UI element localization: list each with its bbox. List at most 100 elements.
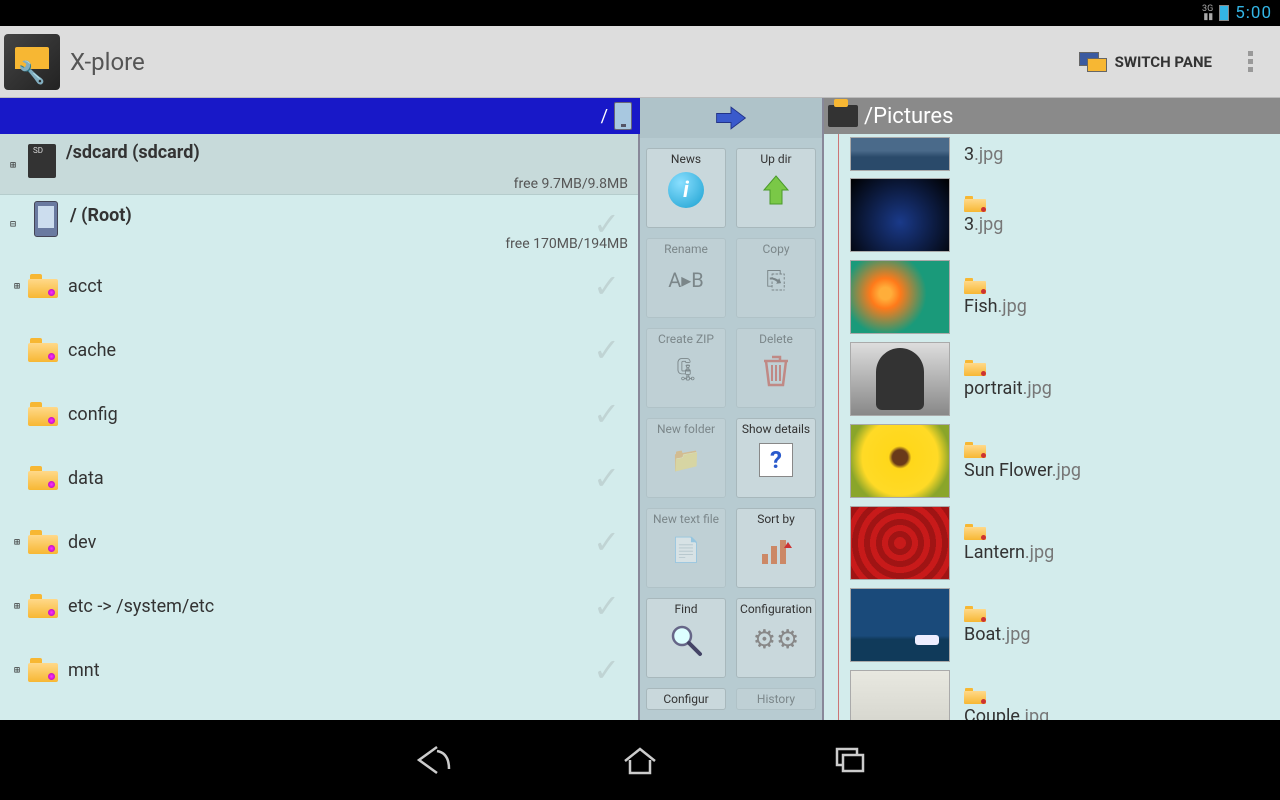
- toolbar-configuration-button[interactable]: Configuration⚙⚙: [736, 598, 816, 678]
- file-row[interactable]: portrait.jpg: [850, 338, 1280, 420]
- dir-row[interactable]: ⊞dev✓: [0, 510, 638, 574]
- file-type-icon: [964, 196, 986, 212]
- toolbar-button-label: Create ZIP: [658, 333, 714, 346]
- folder-icon: [28, 466, 58, 490]
- file-row[interactable]: Sun Flower.jpg: [850, 420, 1280, 502]
- overflow-menu-button[interactable]: [1230, 26, 1270, 97]
- sdcard-icon: [28, 144, 56, 178]
- folder-icon: [28, 530, 58, 554]
- toolbar-show-details-button[interactable]: Show details?: [736, 418, 816, 498]
- toolbar-create-zip-button: Create ZIP🗜: [646, 328, 726, 408]
- thumbnail: [850, 260, 950, 334]
- toolbar-new-folder-button: New folder 📁: [646, 418, 726, 498]
- toolbar-sort-by-button[interactable]: Sort by: [736, 508, 816, 588]
- sdcard-row[interactable]: ⊞ /sdcard (sdcard) free 9.7MB/9.8MB: [0, 134, 638, 194]
- root-row[interactable]: ⊟ / (Root) ✓ free 170MB/194MB: [0, 194, 638, 254]
- expand-icon[interactable]: ⊞: [10, 601, 24, 612]
- workspace: / ⊞ /sdcard (sdcard) free 9.7MB/9.8MB ⊟ …: [0, 98, 1280, 720]
- expand-icon[interactable]: ⊞: [10, 537, 24, 548]
- switch-pane-icon: [1079, 52, 1107, 72]
- file-row[interactable]: Couple.jpg: [850, 666, 1280, 720]
- newfold-icon: 📁: [666, 440, 706, 480]
- expand-icon[interactable]: ⊞: [6, 160, 20, 171]
- toolbar-configur-button[interactable]: Configur: [646, 688, 726, 710]
- file-name: Lantern.jpg: [964, 542, 1054, 563]
- thumbnail: [850, 670, 950, 720]
- find-icon: [666, 620, 706, 660]
- thumbnail: [850, 178, 950, 252]
- check-icon[interactable]: ✓: [593, 651, 620, 689]
- switch-pane-button[interactable]: SWITCH PANE: [1061, 26, 1230, 97]
- file-row[interactable]: 3.jpg: [850, 174, 1280, 256]
- file-row[interactable]: Lantern.jpg: [850, 502, 1280, 584]
- sort-icon: [756, 530, 796, 570]
- right-file-list[interactable]: 3.jpg3.jpgFish.jpgportrait.jpgSun Flower…: [824, 134, 1280, 720]
- root-free: free 170MB/194MB: [505, 236, 628, 252]
- copy-icon: ⎘: [756, 260, 796, 300]
- network-icon: 3G▮▮: [1202, 5, 1213, 21]
- check-icon[interactable]: ✓: [593, 395, 620, 433]
- dir-row[interactable]: ⊞etc -> /system/etc✓: [0, 574, 638, 638]
- file-name: Boat.jpg: [964, 624, 1030, 645]
- folder-icon: [28, 274, 58, 298]
- file-name: Sun Flower.jpg: [964, 460, 1081, 481]
- folder-icon: [28, 594, 58, 618]
- dir-row[interactable]: ⊞cache✓: [0, 318, 638, 382]
- dir-row[interactable]: ⊞mnt✓: [0, 638, 638, 702]
- details-icon: ?: [756, 440, 796, 480]
- file-name: 3.jpg: [964, 144, 1003, 165]
- left-path-bar[interactable]: /: [0, 98, 640, 134]
- gears-icon: ⚙⚙: [756, 620, 796, 660]
- right-path-text: /Pictures: [864, 104, 953, 129]
- disk-cleaner-icon: [828, 105, 858, 127]
- expand-icon[interactable]: ⊞: [10, 665, 24, 676]
- dir-row[interactable]: ⊞config✓: [0, 382, 638, 446]
- check-icon[interactable]: ✓: [593, 267, 620, 305]
- recents-button[interactable]: [825, 740, 875, 780]
- back-button[interactable]: [405, 740, 455, 780]
- sdcard-label: /sdcard (sdcard): [66, 142, 200, 163]
- toolbar-history-button: History: [736, 688, 816, 710]
- right-path-bar[interactable]: /Pictures: [824, 98, 1280, 134]
- check-icon[interactable]: ✓: [593, 523, 620, 561]
- dir-label: data: [68, 468, 104, 489]
- file-row[interactable]: Boat.jpg: [850, 584, 1280, 666]
- folder-icon: [28, 658, 58, 682]
- toolbar-copy-button: Copy⎘: [736, 238, 816, 318]
- check-icon[interactable]: ✓: [593, 587, 620, 625]
- collapse-icon[interactable]: ⊟: [6, 219, 20, 230]
- toolbar-find-button[interactable]: Find: [646, 598, 726, 678]
- thumbnail: [850, 424, 950, 498]
- dir-row[interactable]: ⊞data✓: [0, 446, 638, 510]
- toolbar-button-label: Show details: [742, 423, 810, 436]
- toolbar-button-label: New folder: [657, 423, 715, 436]
- toolbar-delete-button: Delete: [736, 328, 816, 408]
- file-type-icon: [964, 524, 986, 540]
- folder-icon: [28, 402, 58, 426]
- toolbar-button-label: Rename: [664, 243, 708, 256]
- toolbar-button-label: News: [671, 153, 701, 166]
- arrow-right-icon: [713, 103, 749, 133]
- home-button[interactable]: [615, 740, 665, 780]
- left-path-text: /: [601, 106, 608, 127]
- file-row[interactable]: 3.jpg: [850, 134, 1280, 174]
- sdcard-free: free 9.7MB/9.8MB: [514, 176, 628, 192]
- app-icon[interactable]: 🔧: [4, 34, 60, 90]
- expand-icon[interactable]: ⊞: [10, 281, 24, 292]
- left-file-tree[interactable]: ⊞ /sdcard (sdcard) free 9.7MB/9.8MB ⊟ / …: [0, 134, 640, 720]
- battery-icon: [1219, 5, 1229, 21]
- file-type-icon: [964, 688, 986, 704]
- dir-label: acct: [68, 276, 103, 297]
- check-icon[interactable]: ✓: [593, 459, 620, 497]
- file-type-icon: [964, 442, 986, 458]
- file-name: portrait.jpg: [964, 378, 1052, 399]
- phone-storage-icon: [34, 201, 58, 237]
- info-icon: i: [666, 170, 706, 210]
- file-row[interactable]: Fish.jpg: [850, 256, 1280, 338]
- toolbar-up-dir-button[interactable]: Up dir: [736, 148, 816, 228]
- toolbar-news-button[interactable]: News i: [646, 148, 726, 228]
- dir-row[interactable]: ⊞ acct ✓: [0, 254, 638, 318]
- check-icon[interactable]: ✓: [593, 331, 620, 369]
- right-pane: /Pictures 3.jpg3.jpgFish.jpgportrait.jpg…: [822, 98, 1280, 720]
- transfer-direction[interactable]: [640, 98, 822, 138]
